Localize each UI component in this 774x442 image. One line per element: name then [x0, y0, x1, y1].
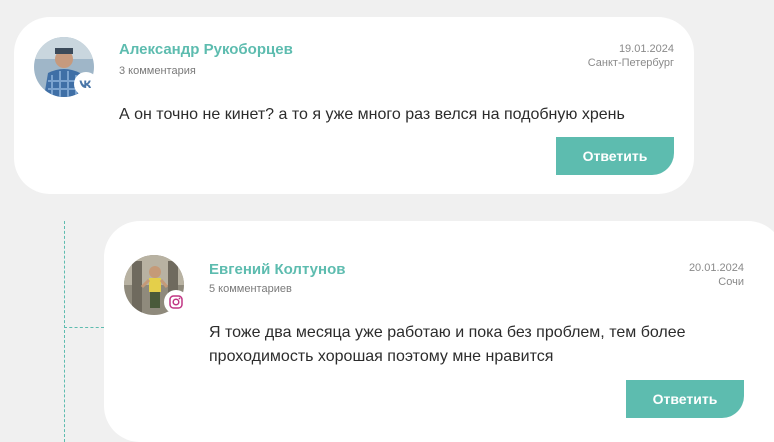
comment-count: 5 комментариев	[209, 283, 292, 295]
comment-city: Сочи	[718, 276, 744, 288]
comment-text: Я тоже два месяца уже работаю и пока без…	[209, 324, 686, 365]
thread-line	[64, 221, 65, 442]
vk-icon[interactable]	[75, 73, 97, 95]
reply-button[interactable]: Ответить	[626, 380, 744, 418]
comment-meta: 19.01.2024 Санкт-Петербург	[588, 42, 674, 70]
comment-date: 19.01.2024	[618, 43, 674, 55]
comment-card: Александр Рукоборцев 3 комментария 19.01…	[14, 17, 694, 194]
author-name[interactable]: Евгений Колтунов	[209, 261, 345, 278]
comment-date: 20.01.2024	[688, 262, 744, 274]
comment-city: Санкт-Петербург	[587, 57, 674, 69]
reply-button[interactable]: Ответить	[556, 137, 674, 175]
thread-connector	[64, 327, 104, 328]
comment-text: А он точно не кинет? а то я уже много ра…	[119, 106, 625, 123]
instagram-icon[interactable]	[165, 291, 187, 313]
author-name[interactable]: Александр Рукоборцев	[119, 41, 293, 58]
comment-count: 3 комментария	[119, 65, 196, 77]
comment-meta: 20.01.2024 Сочи	[689, 261, 744, 289]
reply-comment-card: Евгений Колтунов 5 комментариев 20.01.20…	[104, 221, 774, 442]
